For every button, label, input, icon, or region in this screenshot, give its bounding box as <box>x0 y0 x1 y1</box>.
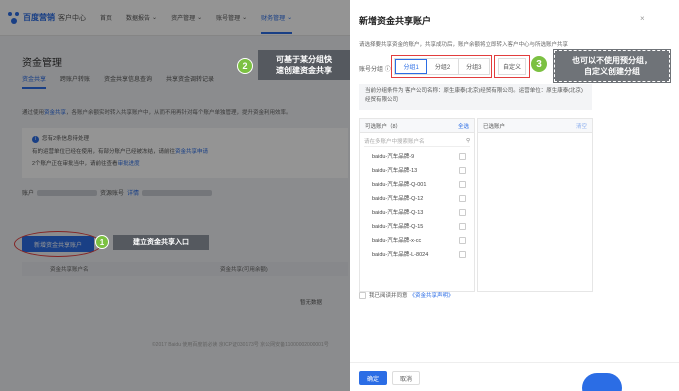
confirm-button[interactable]: 确定 <box>359 371 387 385</box>
step-3-badge: 3 <box>530 55 548 73</box>
select-all-link[interactable]: 全选 <box>458 122 469 130</box>
account-row[interactable]: baidu-汽车品牌-13 <box>360 163 474 177</box>
account-checkbox[interactable] <box>459 222 466 230</box>
floating-help-button[interactable] <box>582 373 622 391</box>
selected-accounts-panel: 已选账户 清空 <box>477 118 593 292</box>
account-row[interactable]: baidu-汽车品牌-Q-13 <box>360 205 474 219</box>
account-checkbox[interactable] <box>459 250 466 258</box>
step-1-callout: 建立资金共享入口 <box>113 235 209 250</box>
help-icon[interactable]: ⓘ <box>385 67 391 73</box>
step-3-callout: 也可以不使用预分组， 自定义创建分组 <box>553 49 671 83</box>
account-row[interactable]: baidu-汽车品牌-L-8024 <box>360 247 474 261</box>
available-accounts-panel: 可选账户（8） 全选 请在多账户中搜索账户名 ⚲ baidu-汽车品牌-9 ba… <box>359 118 475 292</box>
available-accounts-header: 可选账户（8） <box>365 123 402 130</box>
drawer-description: 请选择要共享资金的账户，共享成功后，账户余额将立即转入客户中心与所选账户共享 <box>359 42 569 48</box>
search-icon: ⚲ <box>465 137 470 144</box>
account-row[interactable]: baidu-汽车品牌-Q-15 <box>360 219 474 233</box>
account-checkbox[interactable] <box>459 166 466 174</box>
agree-checkbox[interactable] <box>359 291 366 299</box>
agreement-row: 我已阅读并同意 《资金共享声明》 <box>359 291 454 299</box>
group-label: 账号分组 ⓘ <box>359 67 391 73</box>
account-checkbox[interactable] <box>459 180 466 188</box>
clear-link[interactable]: 清空 <box>576 122 587 130</box>
agreement-link[interactable]: 《资金共享声明》 <box>410 291 454 299</box>
cancel-button[interactable]: 取消 <box>392 371 420 385</box>
account-row[interactable]: baidu-汽车品牌-x-cc <box>360 233 474 247</box>
account-checkbox[interactable] <box>459 236 466 244</box>
step-2-callout: 可基于某分组快 速创建资金共享 <box>258 50 350 80</box>
account-row[interactable]: baidu-汽车品牌-Q-12 <box>360 191 474 205</box>
drawer-footer: 确定 取消 <box>350 362 679 391</box>
step-2-badge: 2 <box>237 58 253 74</box>
account-checkbox[interactable] <box>459 208 466 216</box>
account-checkbox[interactable] <box>459 152 466 160</box>
drawer-title: 新增资金共享账户 <box>359 16 432 26</box>
account-checkbox[interactable] <box>459 194 466 202</box>
account-search-input[interactable]: 请在多账户中搜索账户名 ⚲ <box>364 135 470 147</box>
highlight-box-groups <box>391 55 492 78</box>
step-1-badge: 1 <box>95 235 109 249</box>
account-row[interactable]: baidu-汽车品牌-Q-001 <box>360 177 474 191</box>
close-icon[interactable]: × <box>640 14 645 23</box>
condition-box: 当前分组条件为 客户公司名称：原生康泰(北京)经贸有限公司。运营单位：原生康泰(… <box>359 84 592 110</box>
account-row[interactable]: baidu-汽车品牌-9 <box>360 149 474 163</box>
selected-accounts-header: 已选账户 <box>483 123 506 130</box>
highlight-box-custom <box>494 55 530 78</box>
